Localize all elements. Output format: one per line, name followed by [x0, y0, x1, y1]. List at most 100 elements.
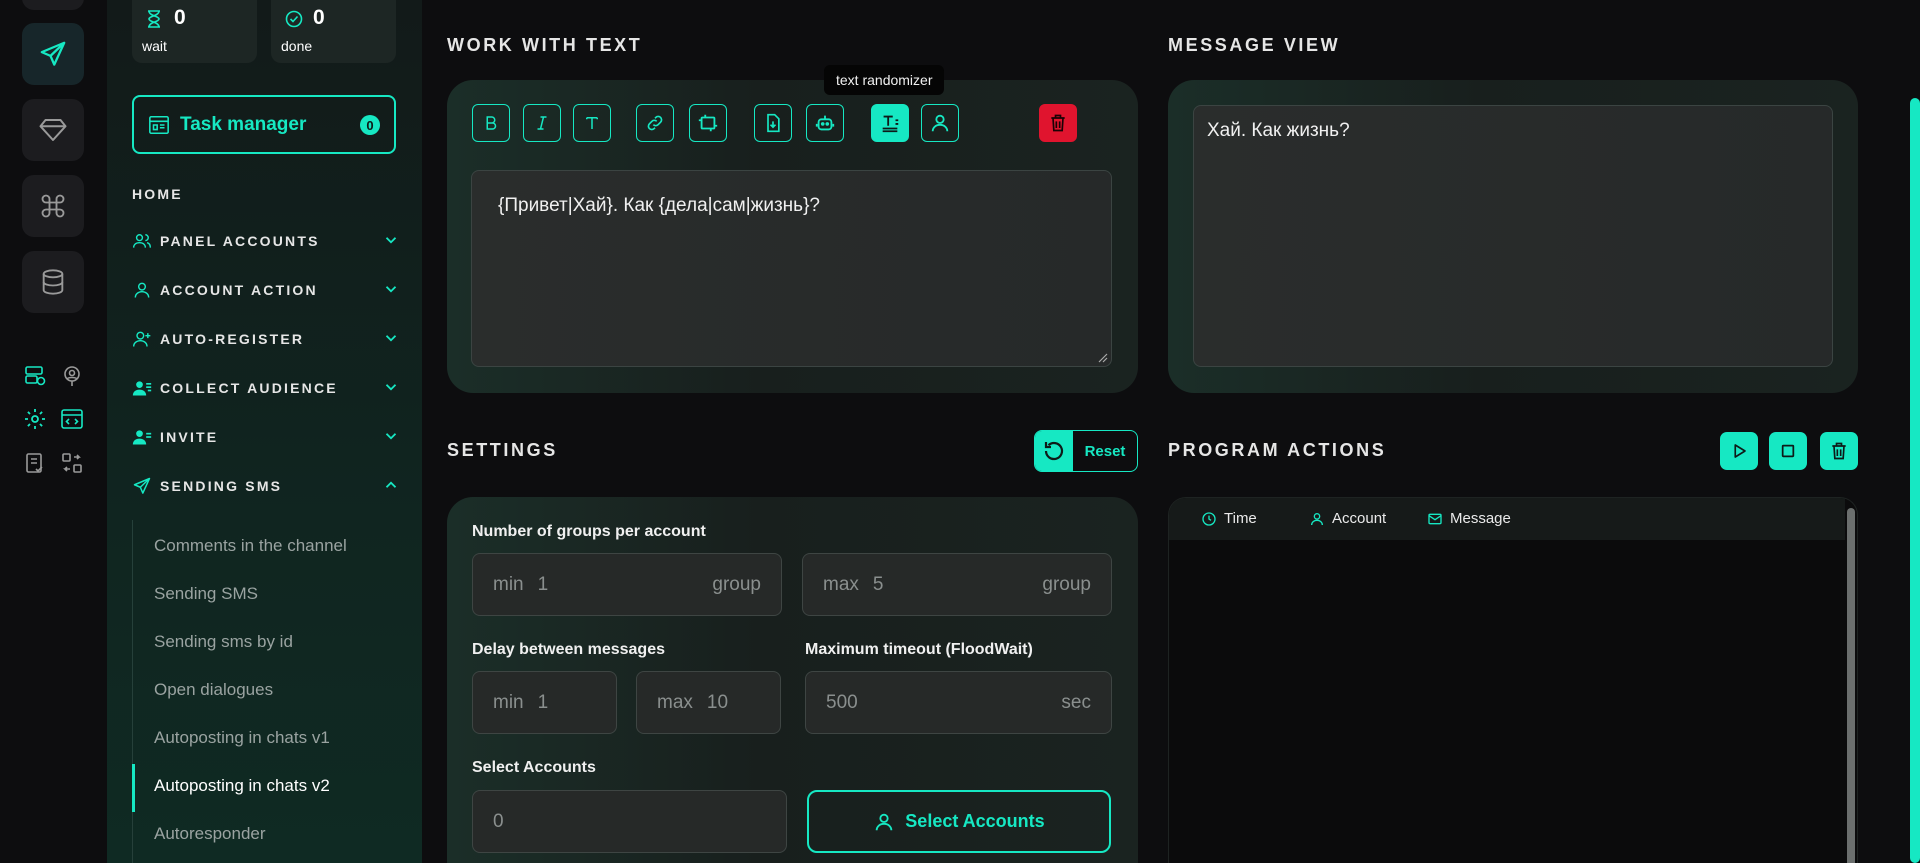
done-count: 0: [313, 6, 325, 29]
user-icon: [876, 813, 893, 830]
reset-button[interactable]: Reset: [1034, 430, 1138, 472]
rail-send-button[interactable]: [22, 23, 84, 85]
select-accounts-button[interactable]: Select Accounts: [807, 790, 1111, 853]
crop-button[interactable]: [689, 104, 727, 142]
groups-min-value: 1: [537, 573, 549, 595]
nav-collect-audience[interactable]: COLLECT AUDIENCE: [132, 375, 400, 401]
text-randomizer-icon: [882, 115, 899, 133]
user-variable-button[interactable]: [921, 104, 959, 142]
col-message: Message: [1427, 510, 1511, 527]
groups-label: Number of groups per account: [472, 523, 706, 540]
task-count-badge: 0: [360, 115, 380, 135]
rail-code-button[interactable]: [59, 406, 85, 432]
file-download-icon: [767, 113, 780, 133]
mail-icon: [1428, 513, 1442, 524]
hourglass-icon: [148, 10, 160, 28]
rail-server-button[interactable]: [22, 363, 48, 389]
nav-auto-register-label: AUTO-REGISTER: [160, 331, 305, 347]
rail-diamond-button[interactable]: [22, 99, 84, 161]
command-icon: [41, 194, 65, 218]
rail-command-button[interactable]: [22, 175, 84, 237]
chevron-down-icon: [385, 335, 397, 342]
ai-bot-button[interactable]: [806, 104, 844, 142]
work-with-text-title: WORK WITH TEXT: [447, 35, 643, 55]
sub-sending-sms-by-id[interactable]: Sending sms by id: [154, 632, 293, 652]
robot-icon: [815, 115, 835, 131]
timeout-input[interactable]: 500 sec: [805, 671, 1112, 734]
trash-icon: [1051, 114, 1065, 132]
rail-checklist-button[interactable]: [22, 450, 48, 476]
nav-invite[interactable]: INVITE: [132, 424, 400, 450]
sub-autoposting-v1[interactable]: Autoposting in chats v1: [154, 728, 330, 748]
col-time: Time: [1201, 510, 1257, 527]
link-button[interactable]: [636, 104, 674, 142]
nav-invite-label: INVITE: [160, 429, 219, 445]
done-counter: 0 done: [271, 0, 396, 63]
italic-button[interactable]: [523, 104, 561, 142]
groups-max-prefix: max: [823, 573, 859, 595]
message-template-input[interactable]: {Привет|Хай}. Как {дела|сам|жизнь}?: [471, 170, 1112, 367]
user-list-icon: [132, 381, 152, 396]
rail-partial-button[interactable]: [22, 0, 84, 10]
nav-panel-accounts[interactable]: PANEL ACCOUNTS: [132, 228, 400, 254]
sub-open-dialogues[interactable]: Open dialogues: [154, 680, 273, 700]
chevron-down-icon: [385, 286, 397, 293]
message-template-text: {Привет|Хай}. Как {дела|сам|жизнь}?: [498, 195, 820, 216]
nav-home-label: HOME: [132, 186, 183, 202]
done-label: done: [281, 38, 313, 54]
accounts-count-input[interactable]: 0: [472, 790, 787, 853]
rail-user-target-button[interactable]: [59, 363, 85, 389]
rail-settings-button[interactable]: [22, 406, 48, 432]
nav-sending-sms[interactable]: SENDING SMS: [132, 473, 400, 499]
resize-handle-icon[interactable]: [1098, 353, 1108, 363]
groups-max-input[interactable]: max 5 group: [802, 553, 1112, 616]
stop-button[interactable]: [1769, 432, 1807, 470]
nav-sending-sms-label: SENDING SMS: [160, 478, 283, 494]
delay-min-input[interactable]: min 1: [472, 671, 617, 734]
database-icon: [42, 269, 64, 295]
sub-comments-in-channel[interactable]: Comments in the channel: [154, 536, 347, 556]
wait-counter: 0 wait: [132, 0, 257, 63]
rail-swap-button[interactable]: [59, 450, 85, 476]
page-scrollbar[interactable]: [1910, 98, 1920, 863]
nav-account-action-label: ACCOUNT ACTION: [160, 282, 318, 298]
task-manager-button[interactable]: Task manager 0: [132, 95, 396, 154]
groups-min-input[interactable]: min 1 group: [472, 553, 782, 616]
text-randomizer-button[interactable]: [871, 104, 909, 142]
diamond-icon: [39, 119, 67, 141]
italic-icon: [537, 116, 547, 130]
col-time-label: Time: [1224, 510, 1257, 527]
bold-button[interactable]: [472, 104, 510, 142]
import-file-button[interactable]: [754, 104, 792, 142]
clear-text-button[interactable]: [1039, 104, 1077, 142]
sub-autoposting-v2[interactable]: Autoposting in chats v2: [154, 776, 330, 796]
crop-icon: [698, 114, 718, 132]
delay-min-prefix: min: [493, 691, 524, 713]
sub-sending-sms[interactable]: Sending SMS: [154, 584, 258, 604]
delay-label: Delay between messages: [472, 641, 665, 658]
stop-icon: [1781, 444, 1795, 458]
nav-home[interactable]: HOME: [132, 181, 400, 207]
clear-log-button[interactable]: [1820, 432, 1858, 470]
user-target-icon: [64, 366, 80, 386]
text-format-button[interactable]: [573, 104, 611, 142]
user-icon: [1311, 512, 1323, 525]
chevron-down-icon: [385, 384, 397, 391]
nav-auto-register[interactable]: AUTO-REGISTER: [132, 326, 400, 352]
delay-max-input[interactable]: max 10: [636, 671, 781, 734]
log-scrollbar[interactable]: [1847, 508, 1855, 863]
start-button[interactable]: [1720, 432, 1758, 470]
nav-account-action[interactable]: ACCOUNT ACTION: [132, 277, 400, 303]
user-icon: [931, 114, 949, 132]
program-actions-title: PROGRAM ACTIONS: [1168, 440, 1387, 460]
accounts-label: Select Accounts: [472, 759, 596, 776]
sending-sms-submenu: Comments in the channel Sending SMS Send…: [132, 520, 423, 863]
users-icon: [132, 234, 152, 248]
active-indicator: [132, 764, 135, 812]
rail-database-button[interactable]: [22, 251, 84, 313]
checklist-icon: [26, 453, 43, 473]
sub-autoresponder[interactable]: Autoresponder: [154, 824, 266, 844]
nav-panel-accounts-label: PANEL ACCOUNTS: [160, 233, 320, 249]
delay-max-prefix: max: [657, 691, 693, 713]
user-plus-icon: [132, 331, 151, 347]
